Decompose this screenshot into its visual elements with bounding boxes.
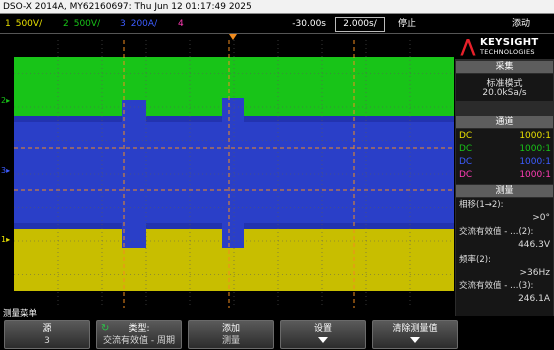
channel-3-scale[interactable]: 3 200A/	[120, 17, 157, 32]
brand-name: KEYSIGHT	[480, 37, 539, 48]
softkey-bar: 源 3 ↻ 类型: 交流有效值 - 周期 添加 测量 设置 清除测量值	[0, 320, 554, 350]
waveform-canvas	[14, 40, 454, 308]
channel-3-ground-label: 3	[1, 166, 7, 175]
channel-2-ground-marker[interactable]: 2▸	[1, 95, 14, 107]
channel-1-ground-marker[interactable]: 1▸	[1, 234, 14, 246]
channel-section: DC 1000:1 DC 1000:1 DC 1000:1 DC 1000:1	[456, 129, 553, 184]
softkey-source-label: 源	[42, 324, 52, 334]
time-offset[interactable]: -30.00s	[282, 17, 326, 32]
channel-1-number: 1	[5, 19, 11, 29]
channel-3-scale-value: 200A/	[130, 19, 158, 29]
channel-2-scale[interactable]: 2 500V/	[63, 17, 100, 32]
softkey-source[interactable]: 源 3	[4, 320, 90, 349]
channel-2-coupling: DC	[459, 144, 473, 154]
right-info-panel: ⋀ KEYSIGHT TECHNOLOGIES 采集 标准模式 20.0kSa/…	[455, 34, 554, 316]
keysight-wave-icon: ⋀	[460, 36, 476, 57]
channel-2-scale-value: 500V/	[73, 19, 101, 29]
softkey-settings[interactable]: 设置	[280, 320, 366, 349]
measurement-3-value: >36Hz	[519, 268, 551, 278]
measurement-section: 相移(1→2): >0° 交流有效值 - …(2): 446.3V 频率(2):…	[456, 198, 553, 316]
channel-1-coupling: DC	[459, 131, 473, 141]
softkey-add-sub: 测量	[221, 336, 240, 346]
measurement-1-label: 相移(1→2):	[459, 200, 504, 210]
softkey-type-label: 类型:	[128, 324, 150, 334]
measurement-4-value: 246.1A	[518, 294, 550, 304]
measurement-2-label: 交流有效值 - …(2):	[459, 227, 534, 237]
run-state: 停止	[398, 19, 417, 29]
channel-4-coupling: DC	[459, 170, 473, 180]
channel-1-probe: 1000:1	[519, 131, 551, 141]
channel-3-ground-marker[interactable]: 3▸	[1, 165, 14, 177]
keysight-logo: ⋀ KEYSIGHT TECHNOLOGIES	[455, 34, 554, 59]
channel-4-number: 4	[178, 19, 184, 29]
softkey-type-value: 交流有效值 - 周期	[103, 336, 175, 346]
measurement-header: 测量	[456, 185, 553, 197]
channel-2-row: DC 1000:1	[459, 143, 551, 156]
softkey-add-measurement[interactable]: 添加 测量	[188, 320, 274, 349]
softkey-type[interactable]: ↻ 类型: 交流有效值 - 周期	[96, 320, 182, 349]
channel-header: 通道	[456, 116, 553, 128]
softkey-source-value: 3	[44, 336, 50, 346]
acquisition-section: 标准模式 20.0kSa/s	[456, 74, 553, 101]
channel-3-transient-2	[222, 98, 244, 248]
channel-2-probe: 1000:1	[519, 144, 551, 154]
channel-1-scale-value: 500V/	[15, 19, 43, 29]
channel-4-scale[interactable]: 4	[178, 17, 189, 32]
channel-2-number: 2	[63, 19, 69, 29]
brand-sub: TECHNOLOGIES	[480, 48, 535, 56]
softkey-add-label: 添加	[221, 324, 240, 334]
measurement-4-label: 交流有效值 - …(3):	[459, 281, 534, 291]
channel-4-row: DC 1000:1	[459, 169, 551, 182]
measurement-2-value: 446.3V	[518, 240, 550, 250]
channel-2-ground-label: 2	[1, 96, 7, 105]
channel-3-row: DC 1000:1	[459, 156, 551, 169]
sample-rate: 20.0kSa/s	[482, 88, 527, 98]
menu-title: 测量菜单	[3, 309, 38, 319]
channel-3-probe: 1000:1	[519, 157, 551, 167]
chevron-down-icon	[410, 337, 420, 343]
channel-3-number: 3	[120, 19, 126, 29]
rotate-knob-icon: ↻	[101, 323, 110, 334]
channel-status-bar: 1 500V/ 2 500V/ 3 200A/ 4 -30.00s 2.000s/ 停…	[0, 15, 554, 34]
time-base[interactable]: 2.000s/	[335, 17, 385, 32]
channel-1-row: DC 1000:1	[459, 130, 551, 143]
chevron-down-icon	[318, 337, 328, 343]
trigger-mode: 添动	[512, 19, 531, 29]
softkey-clear-measurements[interactable]: 清除测量值	[372, 320, 458, 349]
measurement-3-label: 频率(2):	[459, 255, 491, 265]
channel-1-ground-label: 1	[1, 235, 7, 244]
window-title: DSO-X 2014A, MY62160697: Thu Jun 12 01:1…	[0, 0, 554, 14]
softkey-settings-label: 设置	[313, 324, 332, 334]
channel-3-coupling: DC	[459, 157, 473, 167]
softkey-clear-label: 清除测量值	[392, 324, 438, 334]
channel-1-step	[146, 229, 222, 237]
measurement-1-value: >0°	[532, 213, 550, 223]
channel-1-scale[interactable]: 1 500V/	[5, 17, 42, 32]
acquisition-header: 采集	[456, 61, 553, 73]
channel-4-probe: 1000:1	[519, 170, 551, 180]
waveform-display[interactable]	[14, 40, 454, 308]
